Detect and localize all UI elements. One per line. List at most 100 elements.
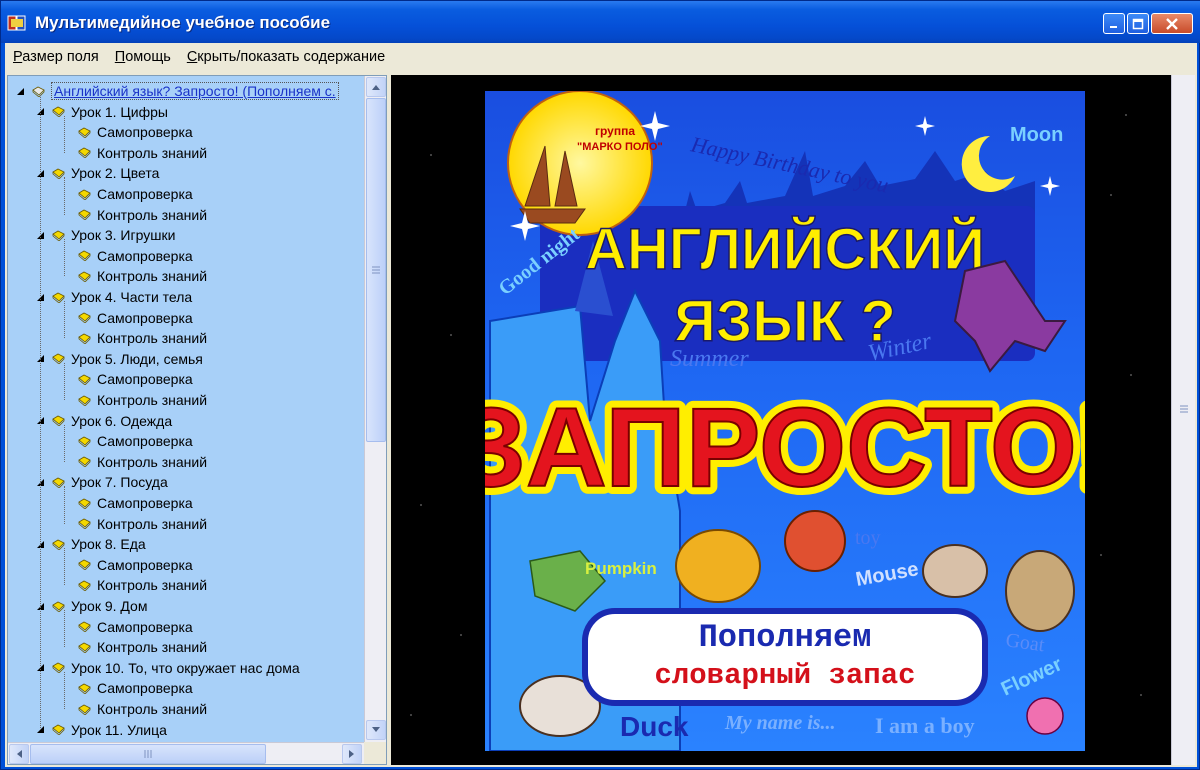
close-icon <box>1166 17 1178 30</box>
book-icon <box>78 189 91 200</box>
book-icon <box>78 642 91 653</box>
tree-item-label: Самопроверка <box>97 371 193 388</box>
mouse-drawing <box>922 544 988 598</box>
tree-item-label: Урок 2. Цвета <box>71 165 160 182</box>
tree-lesson[interactable]: Урок 11. Улица <box>36 720 167 740</box>
scroll-up-icon <box>372 85 380 90</box>
scrollbar-corner <box>364 742 386 764</box>
tree-item-label: Контроль знаний <box>97 701 208 717</box>
tree-leaf[interactable]: Контроль знаний <box>78 205 207 225</box>
flower-drawing <box>1026 697 1064 735</box>
tree-guide-line <box>64 115 65 153</box>
tree-item-label: Контроль знаний <box>97 330 208 347</box>
minimize-button[interactable] <box>1103 13 1125 34</box>
word-toy: toy <box>855 527 881 549</box>
menu-label: омощь <box>125 49 171 65</box>
book-icon <box>78 250 91 262</box>
tree-item-label: Контроль знаний <box>97 392 208 408</box>
tree-leaf[interactable]: Контроль знаний <box>78 637 207 657</box>
tree-lesson[interactable]: Урок 5. Люди, семья <box>36 349 203 369</box>
book-icon <box>78 395 91 406</box>
collapse-icon[interactable] <box>16 87 25 96</box>
contents-tree[interactable]: Английский язык? Запросто! (Пополняем с.… <box>8 76 364 742</box>
tree-leaf[interactable]: Контроль знаний <box>78 143 207 163</box>
tree-leaf[interactable]: Контроль знаний <box>78 514 207 534</box>
tree-guide-line <box>64 486 65 524</box>
tree-leaf[interactable]: Самопроверка <box>78 678 193 698</box>
tree-leaf[interactable]: Самопроверка <box>78 308 193 328</box>
tree-vertical-scrollbar[interactable] <box>364 76 386 742</box>
tree-leaf[interactable]: Контроль знаний <box>78 328 207 348</box>
tree-leaf[interactable]: Контроль знаний <box>78 390 207 410</box>
tree-item-label: Контроль знаний <box>97 639 208 656</box>
book-icon <box>78 704 91 715</box>
client-area: Английский язык? Запросто! (Пополняем с.… <box>5 71 1197 767</box>
tree-leaf[interactable]: Контроль знаний <box>78 266 207 286</box>
tree-leaf[interactable]: Самопроверка <box>78 617 193 637</box>
menu-help[interactable]: Помощь <box>107 49 179 65</box>
tree-item-label: Самопроверка <box>97 309 193 326</box>
scroll-left-icon <box>17 750 22 758</box>
close-button[interactable] <box>1151 13 1193 34</box>
tree-lesson[interactable]: Урок 7. Посуда <box>36 472 168 492</box>
word-goat: Goat <box>1004 629 1046 656</box>
tree-item-label: Урок 6. Одежда <box>71 412 173 429</box>
tree-leaf[interactable]: Самопроверка <box>78 246 193 266</box>
tree-lesson[interactable]: Урок 2. Цвета <box>36 163 159 183</box>
tree-leaf[interactable]: Самопроверка <box>78 493 193 513</box>
word-pumpkin: Pumpkin <box>585 559 657 578</box>
tree-item-label: Урок 3. Игрушки <box>71 227 176 244</box>
tree-lesson[interactable]: Урок 9. Дом <box>36 596 147 616</box>
scroll-right-button[interactable] <box>342 744 362 764</box>
menu-field-size[interactable]: Размер поля <box>5 49 107 65</box>
tree-item-label: Контроль знаний <box>97 268 208 285</box>
book-icon <box>32 86 45 97</box>
tree-horizontal-scrollbar[interactable] <box>8 742 364 764</box>
tree-item-label: Урок 9. Дом <box>71 598 148 614</box>
tree-item-label: Английский язык? Запросто! (Пополняем с. <box>51 82 339 100</box>
tree-root[interactable]: Английский язык? Запросто! (Пополняем с. <box>16 81 339 101</box>
book-icon <box>78 333 91 344</box>
maximize-button[interactable] <box>1127 13 1149 34</box>
scroll-down-icon <box>372 727 380 732</box>
scroll-down-button[interactable] <box>366 720 386 740</box>
tree-lesson[interactable]: Урок 3. Игрушки <box>36 225 175 245</box>
tree-leaf[interactable]: Самопроверка <box>78 122 193 142</box>
tree-guide-line <box>64 301 65 339</box>
scroll-up-button[interactable] <box>366 77 386 97</box>
grip-icon <box>372 266 380 274</box>
tree-leaf[interactable]: Самопроверка <box>78 184 193 204</box>
tree-item-label: Контроль знаний <box>97 144 208 161</box>
word-moon: Moon <box>1010 124 1063 146</box>
menu-toggle-contents[interactable]: Скрыть/показать содержание <box>179 49 393 65</box>
tree-lesson[interactable]: Урок 10. То, что окружает нас дома <box>36 658 300 678</box>
book-icon <box>78 436 91 447</box>
tree-leaf[interactable]: Самопроверка <box>78 555 193 575</box>
content-vertical-scrollbar[interactable] <box>1171 75 1195 765</box>
tree-lesson[interactable]: Урок 6. Одежда <box>36 411 172 431</box>
book-icon <box>78 127 91 138</box>
tree-item-label: Урок 1. Цифры <box>71 103 168 120</box>
tree-leaf[interactable]: Контроль знаний <box>78 575 207 595</box>
scroll-left-button[interactable] <box>9 744 29 764</box>
menu-accelerator: Р <box>13 49 23 65</box>
book-icon <box>78 456 91 468</box>
tree-leaf[interactable]: Самопроверка <box>78 431 193 451</box>
goat-drawing <box>1005 550 1075 632</box>
tree-leaf[interactable]: Самопроверка <box>78 369 193 389</box>
tree-lesson[interactable]: Урок 1. Цифры <box>36 102 168 122</box>
tree-lesson[interactable]: Урок 4. Части тела <box>36 287 192 307</box>
tree-scroll-thumb[interactable] <box>366 98 386 442</box>
tree-hscroll-thumb[interactable] <box>30 744 266 764</box>
book-icon <box>78 559 91 571</box>
book-icon <box>78 498 91 509</box>
tree-lesson[interactable]: Урок 8. Еда <box>36 534 146 554</box>
cover-title-line2: ЯЗЫК ? <box>674 289 896 354</box>
title-bar[interactable]: Мультимедийное учебное пособие <box>1 1 1200 43</box>
cover-big-title: ЗАПРОСТО! <box>485 385 1085 510</box>
tree-leaf[interactable]: Контроль знаний <box>78 452 207 472</box>
word-my-name-is: My name is... <box>724 712 836 734</box>
tree-leaf[interactable]: Контроль знаний <box>78 699 207 719</box>
book-icon <box>78 147 91 159</box>
tree-guide-line <box>64 548 65 586</box>
